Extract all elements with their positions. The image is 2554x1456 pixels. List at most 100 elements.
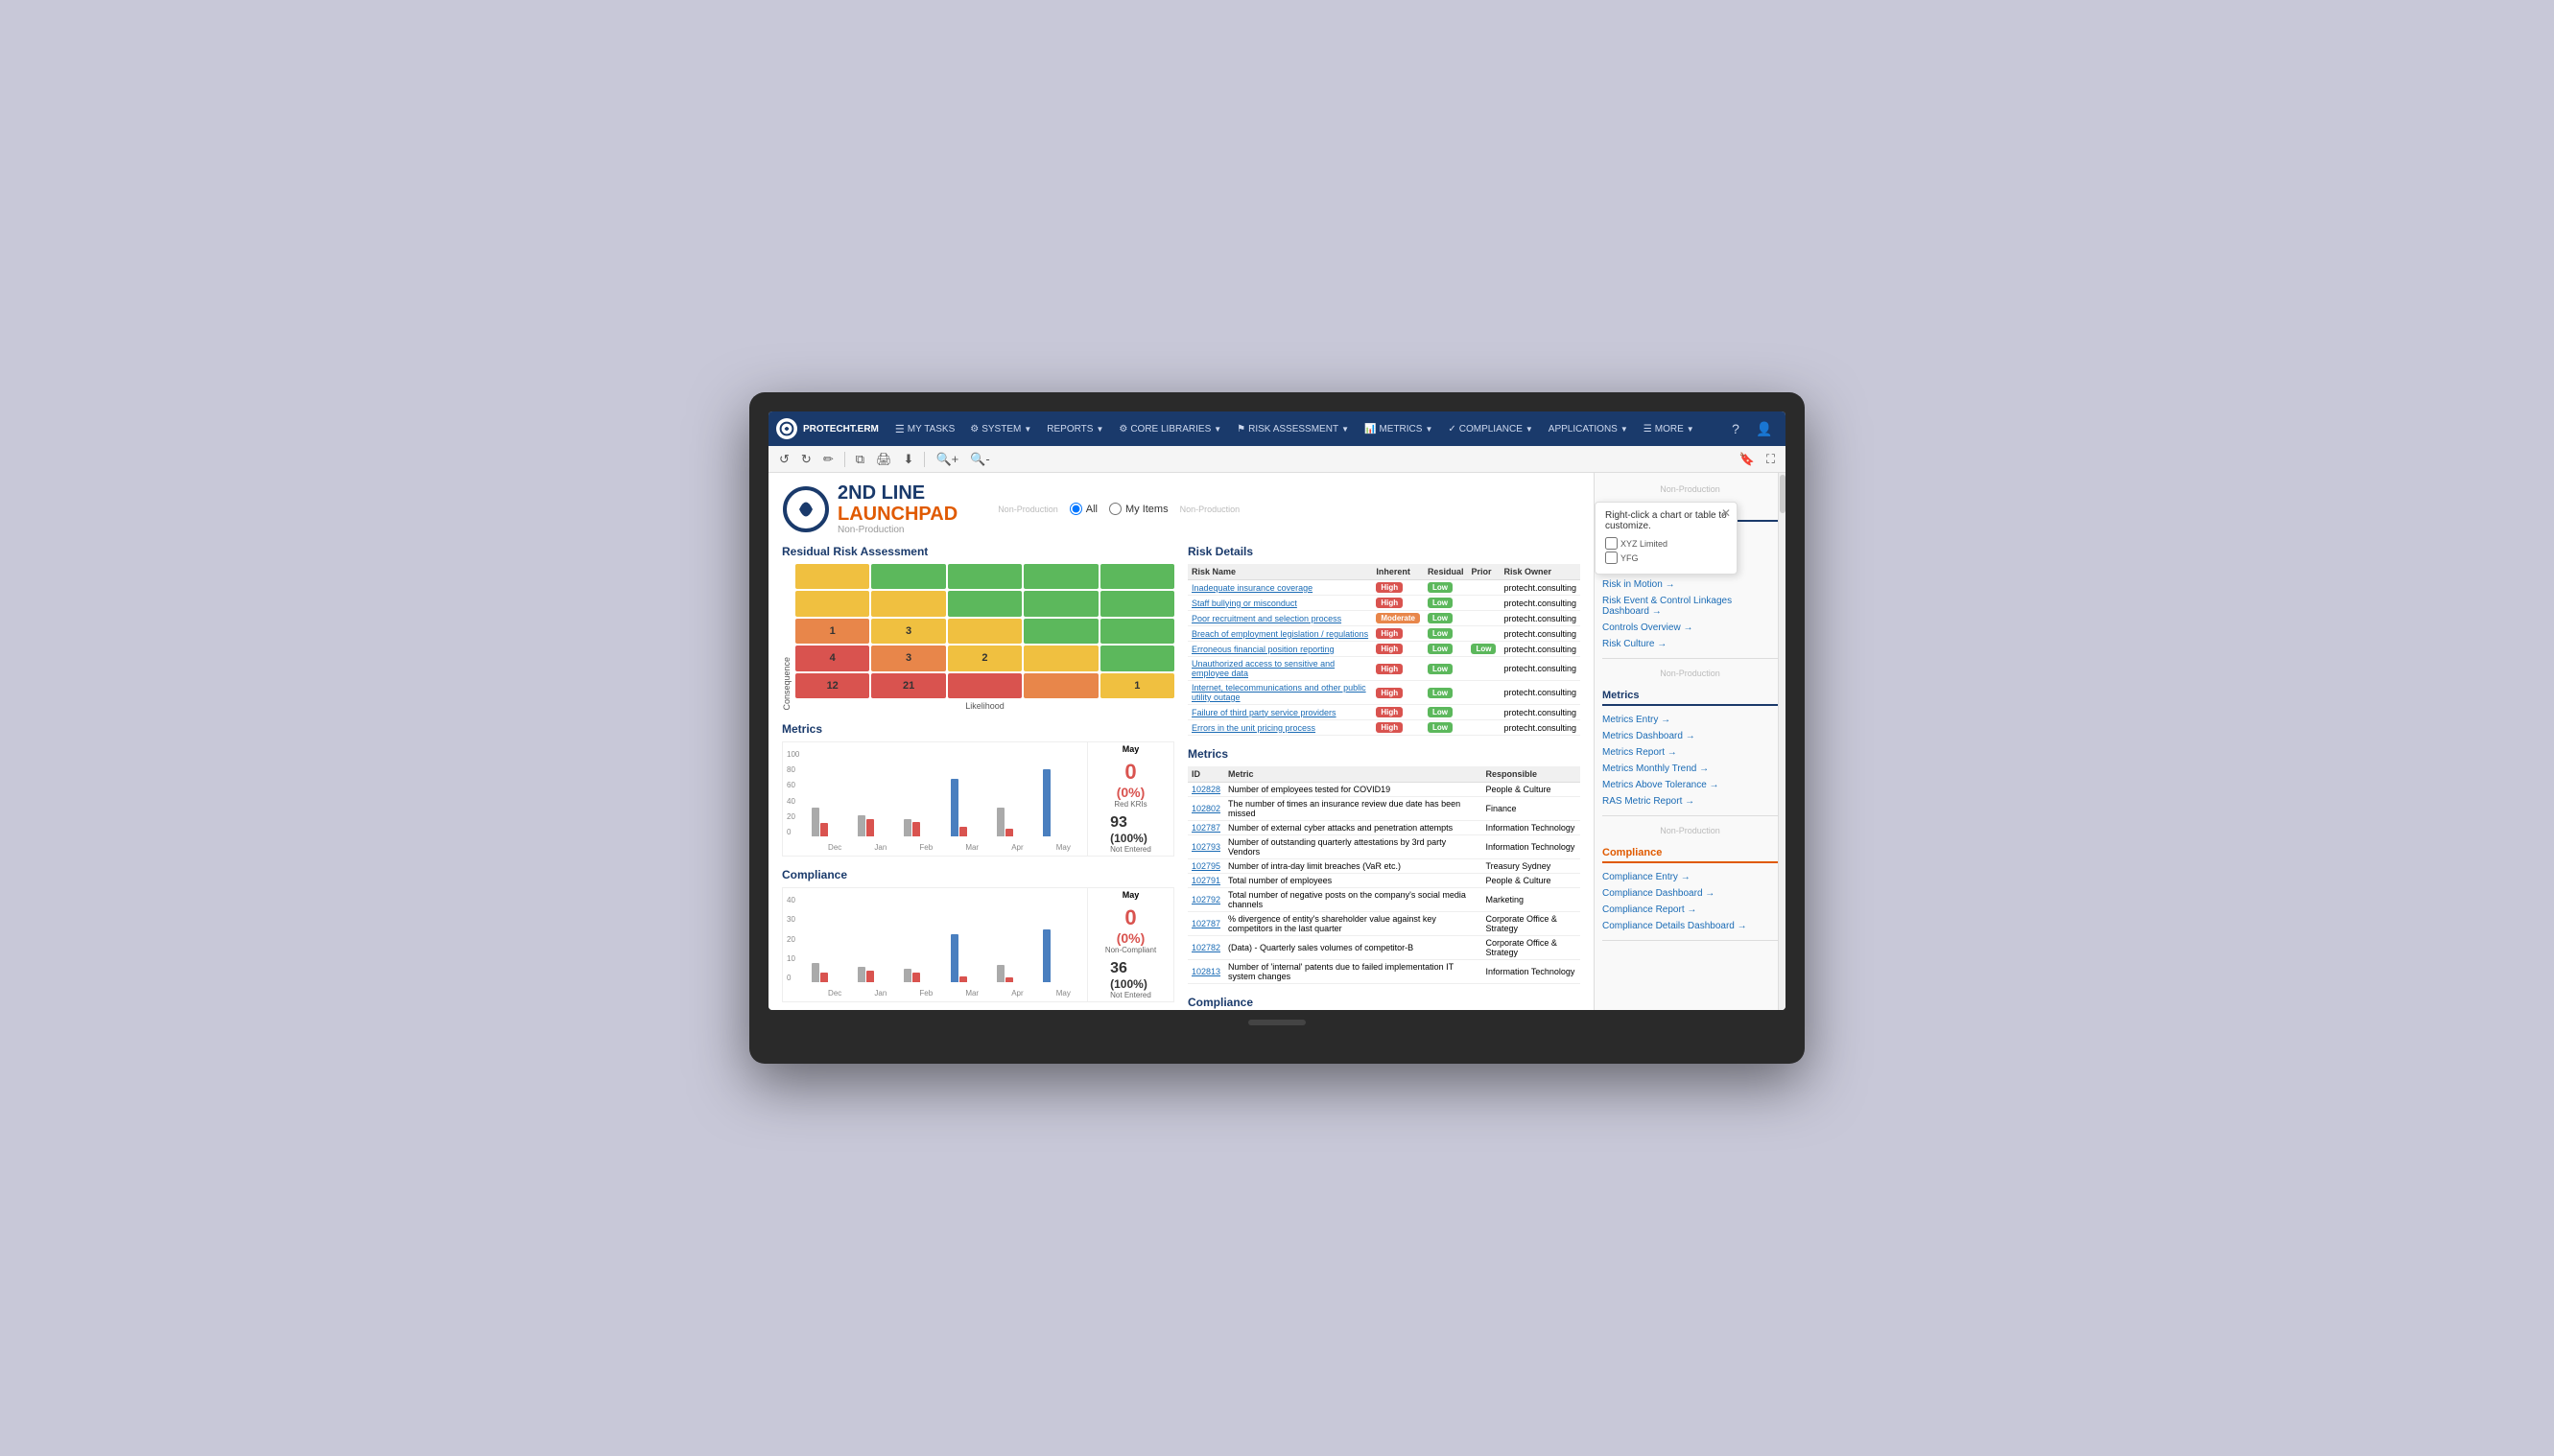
filter-all-radio[interactable] <box>1070 503 1082 515</box>
inherent-cell: Moderate <box>1372 611 1424 626</box>
nav-risk-assessment[interactable]: ⚑ RISK ASSESSMENT ▼ <box>1230 411 1356 446</box>
metric-id-link[interactable]: 102793 <box>1192 842 1220 852</box>
bookmark-button[interactable]: 🔖 <box>1737 450 1758 469</box>
risk-name-link[interactable]: Errors in the unit pricing process <box>1192 723 1315 733</box>
edit-button[interactable]: ✏ <box>820 450 837 469</box>
print-button[interactable]: 🖨 <box>873 450 895 469</box>
checkbox-yfg[interactable]: YFG <box>1605 552 1727 564</box>
sidebar-risk-link[interactable]: Risk in Motion → <box>1602 576 1778 593</box>
copy-button[interactable]: ⧉ <box>853 450 867 469</box>
inherent-cell: High <box>1372 642 1424 657</box>
metrics-red-kri-count: 0 <box>1124 760 1136 785</box>
nav-reports[interactable]: REPORTS ▼ <box>1040 411 1110 446</box>
risk-name-cell: Failure of third party service providers <box>1188 705 1372 720</box>
undo-button[interactable]: ↺ <box>776 450 792 469</box>
xyz-checkbox[interactable] <box>1605 537 1618 550</box>
metric-id-link[interactable]: 102787 <box>1192 823 1220 833</box>
prior-cell <box>1467 580 1500 596</box>
sidebar-metrics-link[interactable]: Metrics Entry → <box>1602 712 1778 728</box>
inherent-cell: High <box>1372 720 1424 736</box>
residual-badge: Low <box>1428 598 1453 608</box>
metric-id-link[interactable]: 102813 <box>1192 967 1220 976</box>
sidebar-risk-link[interactable]: Risk Event & Control Linkages Dashboard … <box>1602 593 1778 620</box>
metric-id-link[interactable]: 102782 <box>1192 943 1220 952</box>
matrix-cell-3-0[interactable]: 4 <box>795 646 869 670</box>
compliance-not-entered-label: Not Entered <box>1110 991 1151 999</box>
filter-my-items[interactable]: My Items <box>1109 503 1169 515</box>
comp-bar-dec <box>812 963 852 982</box>
scrollbar-track[interactable] <box>1778 473 1785 1010</box>
nav-applications[interactable]: APPLICATIONS ▼ <box>1542 411 1635 446</box>
matrix-cell-4-4[interactable]: 1 <box>1100 673 1174 698</box>
matrix-cell-3-2[interactable]: 2 <box>948 646 1022 670</box>
nav-logo[interactable]: PROTECHT.ERM <box>776 418 879 439</box>
matrix-cell-4-0[interactable]: 12 <box>795 673 869 698</box>
residual-cell: Low <box>1424 657 1468 681</box>
tooltip-close-button[interactable]: ✕ <box>1721 506 1731 520</box>
scrollbar-thumb[interactable] <box>1780 475 1785 513</box>
nav-my-tasks[interactable]: ☰ MY TASKS <box>888 411 961 446</box>
zoom-out-button[interactable]: 🔍- <box>967 450 993 469</box>
sidebar-risk-link[interactable]: Controls Overview → <box>1602 620 1778 636</box>
x-apr: Apr <box>1011 843 1023 852</box>
residual-cell: Low <box>1424 720 1468 736</box>
matrix-cell-2-1[interactable]: 3 <box>871 619 945 644</box>
metrics-table-row: 102782 (Data) - Quarterly sales volumes … <box>1188 936 1580 960</box>
metric-id-link[interactable]: 102787 <box>1192 919 1220 928</box>
matrix-cell-1-1 <box>871 591 945 616</box>
metric-id-link[interactable]: 102791 <box>1192 876 1220 885</box>
risk-name-cell: Internet, telecommunications and other p… <box>1188 681 1372 705</box>
metric-id-link[interactable]: 102802 <box>1192 804 1220 813</box>
matrix-cell-4-1[interactable]: 21 <box>871 673 945 698</box>
risk-name-link[interactable]: Inadequate insurance coverage <box>1192 583 1312 593</box>
y-0: 0 <box>787 828 799 836</box>
sidebar-divider-2 <box>1602 815 1778 816</box>
zoom-in-button[interactable]: 🔍+ <box>933 450 961 469</box>
risk-details-title: Risk Details <box>1188 545 1580 558</box>
help-button[interactable]: ? <box>1722 415 1749 442</box>
sidebar-metrics-link[interactable]: Metrics Monthly Trend → <box>1602 761 1778 777</box>
fullscreen-button[interactable]: ⛶ <box>1763 450 1778 469</box>
sidebar-compliance-link[interactable]: Compliance Details Dashboard → <box>1602 918 1778 934</box>
risk-name-link[interactable]: Failure of third party service providers <box>1192 708 1336 717</box>
sidebar-metrics-link[interactable]: Metrics Report → <box>1602 744 1778 761</box>
yfg-checkbox[interactable] <box>1605 552 1618 564</box>
risk-name-link[interactable]: Unauthorized access to sensitive and emp… <box>1192 659 1335 678</box>
redo-button[interactable]: ↻ <box>798 450 815 469</box>
sidebar-compliance-link[interactable]: Compliance Report → <box>1602 902 1778 918</box>
download-button[interactable]: ⬇ <box>901 450 917 469</box>
nav-compliance[interactable]: ✓ COMPLIANCE ▼ <box>1441 411 1539 446</box>
risk-name-link[interactable]: Erroneous financial position reporting <box>1192 645 1335 654</box>
residual-cell: Low <box>1424 596 1468 611</box>
risk-name-link[interactable]: Internet, telecommunications and other p… <box>1192 683 1366 702</box>
metric-id-link[interactable]: 102828 <box>1192 785 1220 794</box>
matrix-cell-3-1[interactable]: 3 <box>871 646 945 670</box>
residual-cell: Low <box>1424 580 1468 596</box>
checkbox-xyz[interactable]: XYZ Limited <box>1605 537 1727 550</box>
user-button[interactable]: 👤 <box>1751 415 1778 442</box>
filter-my-radio[interactable] <box>1109 503 1122 515</box>
matrix-cell-2-0[interactable]: 1 <box>795 619 869 644</box>
may-label-text: May <box>1123 744 1140 754</box>
risk-table-row: Poor recruitment and selection process M… <box>1188 611 1580 626</box>
sidebar-metrics-link[interactable]: Metrics Above Tolerance → <box>1602 777 1778 793</box>
risk-name-link[interactable]: Staff bullying or misconduct <box>1192 599 1297 608</box>
nav-system[interactable]: ⚙ SYSTEM ▼ <box>963 411 1038 446</box>
risk-name-link[interactable]: Poor recruitment and selection process <box>1192 614 1341 623</box>
nav-core-libraries[interactable]: ⚙ CORE LIBRARIES ▼ <box>1112 411 1228 446</box>
sidebar-compliance-link[interactable]: Compliance Entry → <box>1602 869 1778 885</box>
nav-metrics[interactable]: 📊 METRICS ▼ <box>1358 411 1439 446</box>
metric-id-link[interactable]: 102792 <box>1192 895 1220 904</box>
risk-name-link[interactable]: Breach of employment legislation / regul… <box>1192 629 1368 639</box>
matrix-inner: 1 3 4 3 2 <box>795 564 1174 711</box>
metrics-table-title: Metrics <box>1188 747 1580 761</box>
nav-more[interactable]: ☰ MORE ▼ <box>1637 411 1701 446</box>
sidebar-metrics-link[interactable]: Metrics Dashboard → <box>1602 728 1778 744</box>
sidebar-metrics-link[interactable]: RAS Metric Report → <box>1602 793 1778 810</box>
metric-id-link[interactable]: 102795 <box>1192 861 1220 871</box>
metric-name-cell: Number of external cyber attacks and pen… <box>1224 821 1481 835</box>
sidebar-risk-link[interactable]: Risk Culture → <box>1602 636 1778 652</box>
bar-apr-2 <box>1005 829 1013 836</box>
filter-all[interactable]: All <box>1070 503 1098 515</box>
sidebar-compliance-link[interactable]: Compliance Dashboard → <box>1602 885 1778 902</box>
